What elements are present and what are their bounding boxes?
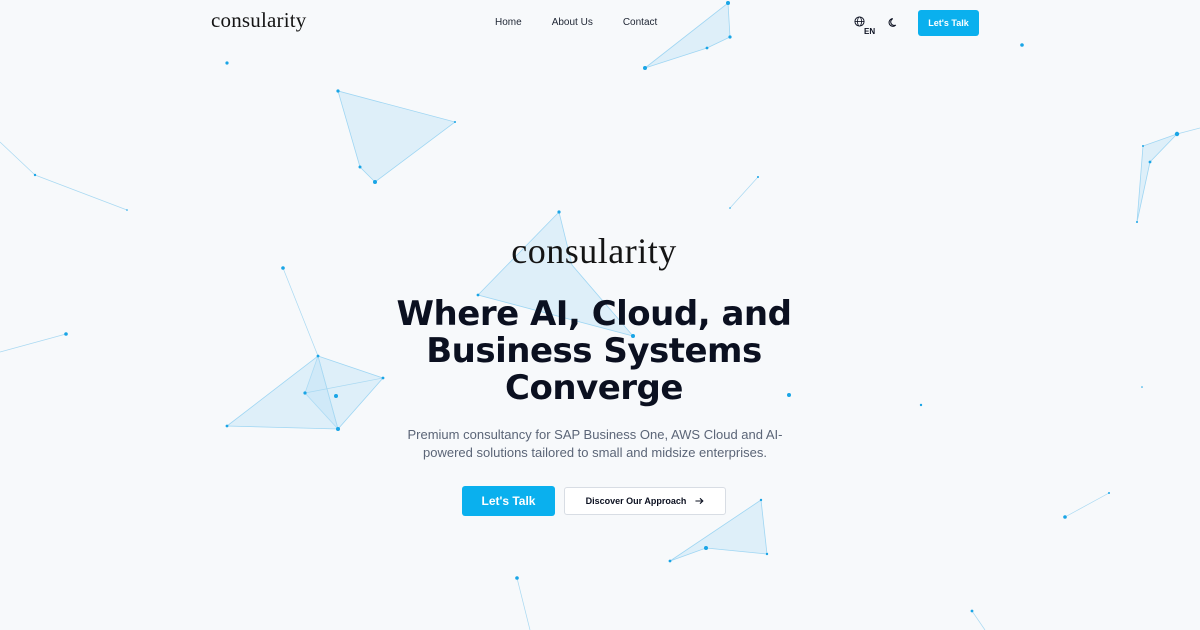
nav-link-home[interactable]: Home <box>495 17 522 28</box>
discover-approach-button[interactable]: Discover Our Approach <box>564 487 726 515</box>
language-switcher[interactable]: EN <box>852 15 878 39</box>
language-label: EN <box>864 27 876 36</box>
hero-title: Where AI, Cloud, and Business Systems Co… <box>396 294 792 408</box>
nav-lets-talk-button[interactable]: Let's Talk <box>918 10 979 36</box>
hero-lets-talk-button[interactable]: Let's Talk <box>462 486 555 516</box>
nav-links: Home About Us Contact <box>495 17 657 28</box>
discover-approach-label: Discover Our Approach <box>585 496 687 506</box>
header-logo[interactable]: consularity <box>211 8 307 33</box>
globe-icon <box>854 16 865 27</box>
nav-link-contact[interactable]: Contact <box>623 17 657 28</box>
nav-link-about-us[interactable]: About Us <box>552 17 593 28</box>
hero-logo: consularity <box>511 231 677 271</box>
top-navigation: consularity Home About Us Contact EN Let… <box>0 0 1200 46</box>
arrow-right-icon <box>695 497 704 505</box>
theme-toggle[interactable] <box>888 15 902 29</box>
moon-icon <box>888 18 897 27</box>
hero-subtitle: Premium consultancy for SAP Business One… <box>407 427 783 460</box>
